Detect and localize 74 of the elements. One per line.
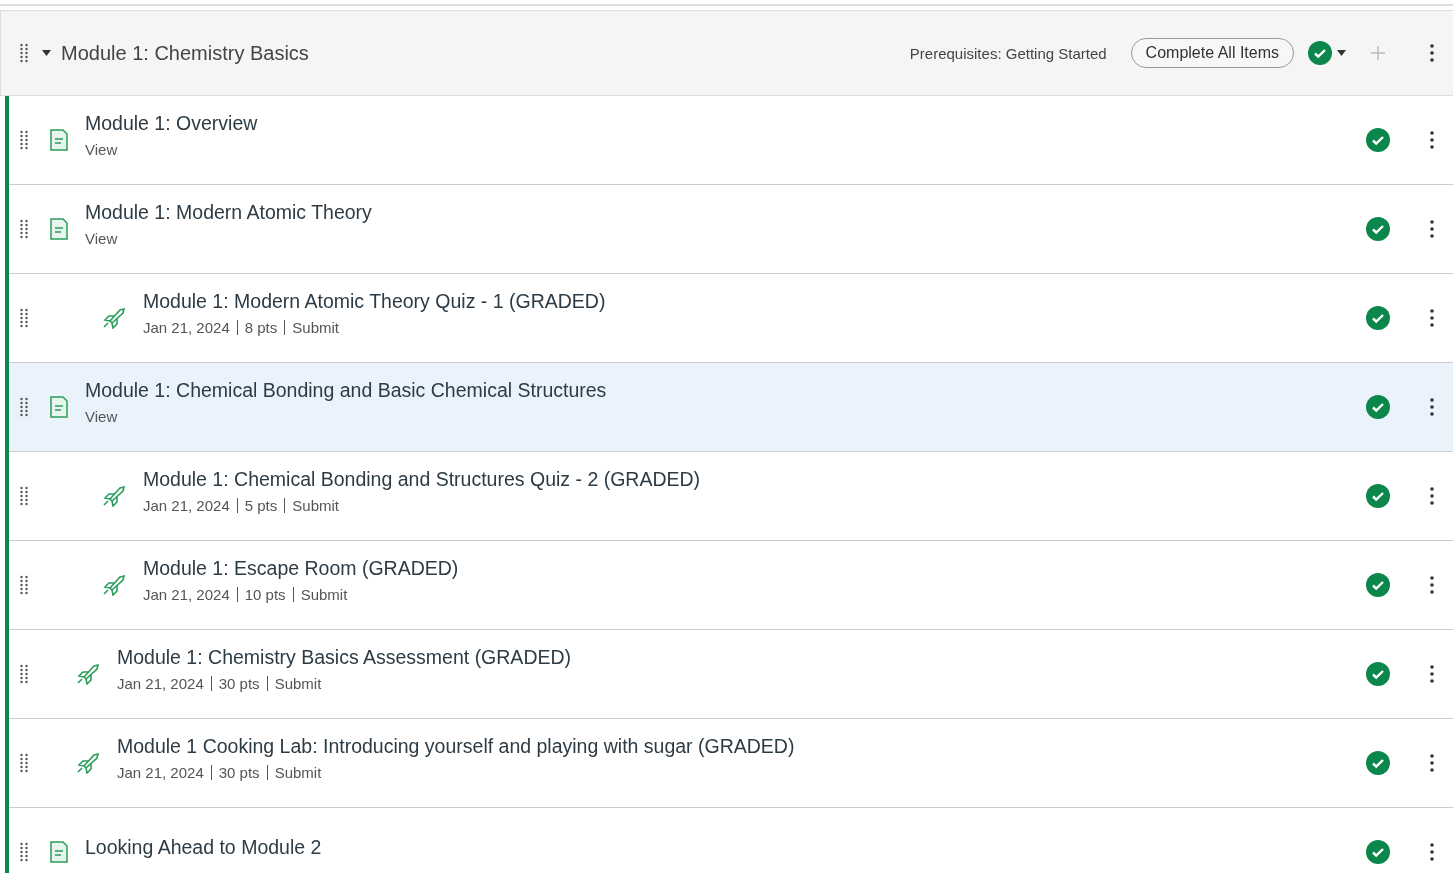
item-detail: Jan 21, 2024 [143,586,230,603]
more-options-icon[interactable] [1430,220,1434,238]
drag-handle-icon[interactable] [20,397,28,417]
separator [236,320,238,335]
more-options-icon[interactable] [1430,309,1434,327]
caret-down-icon[interactable] [42,50,51,56]
item-detail: Submit [274,764,322,781]
drag-handle-icon[interactable] [20,842,28,862]
rocket-icon [76,663,100,685]
drag-handle-icon[interactable] [20,43,28,63]
rocket-icon [102,307,126,329]
item-detail: 30 pts [218,675,260,692]
separator [266,765,268,780]
more-options-icon[interactable] [1430,44,1434,62]
item-detail: View [85,408,118,425]
item-detail: 30 pts [218,764,260,781]
more-options-icon[interactable] [1430,843,1434,861]
item-detail: Jan 21, 2024 [117,675,204,692]
item-detail: Submit [274,675,322,692]
rocket-icon [76,752,100,774]
separator [284,320,286,335]
more-options-icon[interactable] [1430,754,1434,772]
module-item-row[interactable]: Module 1: Chemical Bonding and Basic Chemical Structures View [9,363,1453,452]
drag-handle-icon[interactable] [20,219,28,239]
completed-check-icon [1308,41,1332,65]
item-detail: View [85,230,118,247]
separator [236,587,238,602]
completion-dropdown[interactable] [1308,41,1346,65]
drag-handle-icon[interactable] [20,753,28,773]
item-title[interactable]: Module 1: Overview [85,112,258,135]
separator [236,498,238,513]
more-options-icon[interactable] [1430,665,1434,683]
item-detail: 10 pts [244,586,286,603]
rocket-icon [102,574,126,596]
item-detail: Submit [292,497,339,514]
item-detail: View [85,141,118,158]
more-options-icon[interactable] [1430,398,1434,416]
rocket-icon [102,485,126,507]
item-detail: Submit [300,586,348,603]
document-icon [50,396,68,418]
module-title: Module 1: Chemistry Basics [61,41,309,65]
more-options-icon[interactable] [1430,131,1434,149]
document-icon [50,841,68,863]
requirement-badge: Complete All Items [1130,38,1294,68]
item-detail: Jan 21, 2024 [143,497,230,514]
separator [284,498,286,513]
separator [210,765,212,780]
item-title[interactable]: Module 1: Chemical Bonding and Structures Quiz - 2 (GRADED) [143,468,701,491]
item-detail: 5 pts [244,497,278,514]
item-title[interactable]: Module 1: Modern Atomic Theory [85,201,372,224]
document-icon [50,129,68,151]
more-options-icon[interactable] [1430,576,1434,594]
drag-handle-icon[interactable] [20,486,28,506]
item-detail: Jan 21, 2024 [117,764,204,781]
separator [292,587,294,602]
drag-handle-icon[interactable] [20,664,28,684]
caret-down-icon [1337,50,1346,56]
item-title[interactable]: Module 1: Escape Room (GRADED) [143,557,459,580]
item-detail: Jan 21, 2024 [143,319,230,336]
item-title[interactable]: Module 1: Chemistry Basics Assessment (GRADED) [117,646,572,669]
drag-handle-icon[interactable] [20,130,28,150]
item-detail: 8 pts [244,319,278,336]
drag-handle-icon[interactable] [20,308,28,328]
more-options-icon[interactable] [1430,487,1434,505]
item-detail: Submit [292,319,339,336]
prerequisites-text: Prerequisites: Getting Started [909,44,1107,62]
document-icon [50,218,68,240]
separator [210,676,212,691]
drag-handle-icon[interactable] [20,575,28,595]
item-title[interactable]: Module 1: Modern Atomic Theory Quiz - 1 (GRADED) [143,290,606,313]
item-title[interactable]: Looking Ahead to Module 2 [85,835,322,859]
item-title[interactable]: Module 1 Cooking Lab: Introducing yourself and playing with sugar (GRADED) [117,735,795,758]
separator [266,676,268,691]
item-title[interactable]: Module 1: Chemical Bonding and Basic Chemical Structures [85,379,607,402]
